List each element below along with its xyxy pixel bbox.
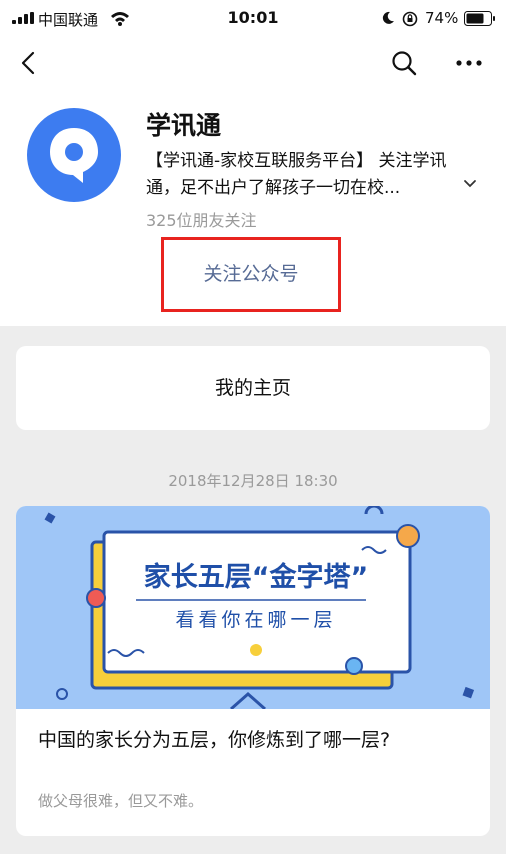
search-button[interactable]	[390, 49, 418, 77]
nav-bar	[0, 40, 506, 88]
article-summary: 做父母很难，但又不难。	[38, 792, 204, 810]
chevron-down-icon[interactable]	[462, 178, 478, 190]
my-homepage-button[interactable]: 我的主页	[16, 346, 490, 430]
battery-icon	[464, 11, 495, 26]
speech-bubble-logo-icon	[50, 128, 98, 183]
battery-percent: 74%	[425, 9, 459, 27]
more-button[interactable]	[452, 52, 486, 74]
back-button[interactable]	[16, 50, 42, 76]
post-date: 2018年12月28日 18:30	[168, 472, 338, 490]
followers-count: 325位朋友关注	[146, 211, 257, 230]
article-cover-image: 家长五层“金字塔” 看看你在哪一层	[16, 506, 490, 709]
cover-title: 家长五层“金字塔”	[144, 561, 369, 593]
article-title: 中国的家长分为五层，你修炼到了哪一层?	[38, 729, 391, 751]
account-avatar[interactable]	[27, 108, 121, 202]
rotation-lock-icon	[402, 11, 418, 27]
follow-highlight-box: 关注公众号	[161, 237, 341, 312]
account-description: 【学讯通-家校互联服务平台】 关注学讯通，足不出户了解孩子一切在校...	[146, 148, 476, 202]
cover-subtitle: 看看你在哪一层	[175, 609, 336, 631]
account-description-text: 【学讯通-家校互联服务平台】 关注学讯通，足不出户了解孩子一切在校...	[146, 151, 447, 198]
follow-button[interactable]: 关注公众号	[164, 240, 338, 309]
status-bar: 中国联通 10:01 74%	[0, 0, 506, 40]
account-name: 学讯通	[146, 111, 222, 140]
account-profile: 学讯通 【学讯通-家校互联服务平台】 关注学讯通，足不出户了解孩子一切在校...…	[0, 88, 506, 326]
moon-icon	[382, 11, 394, 24]
article-card[interactable]: 家长五层“金字塔” 看看你在哪一层 中国的家长分为五层，你修炼到了哪一层? 做父…	[16, 506, 490, 836]
